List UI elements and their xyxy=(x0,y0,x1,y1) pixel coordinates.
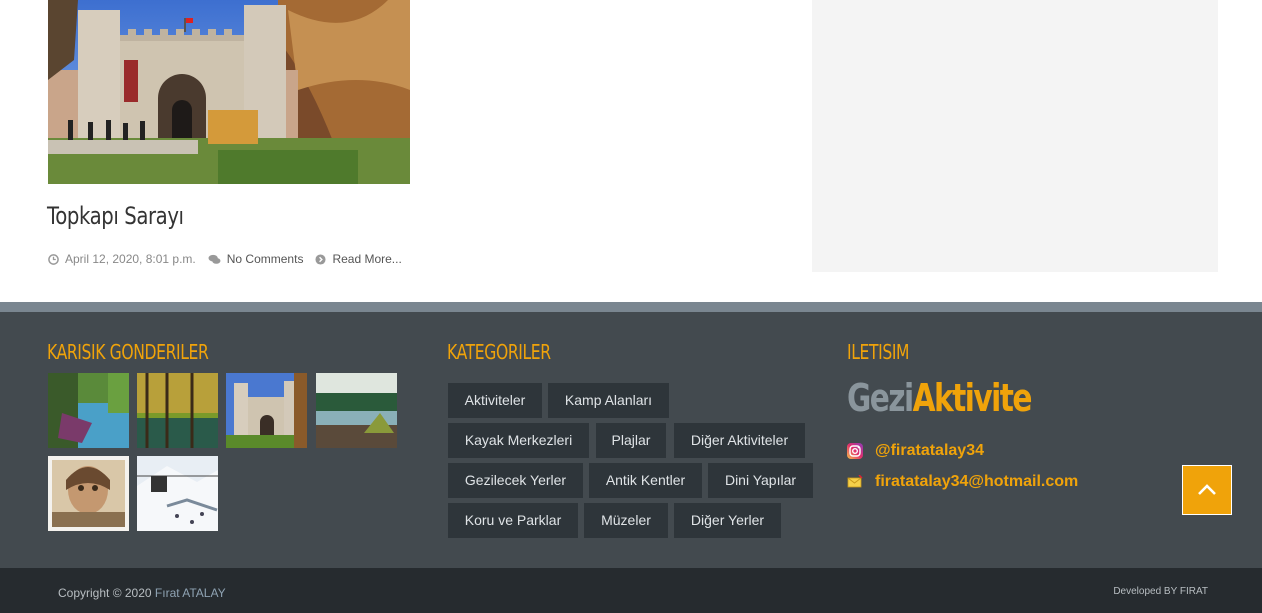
read-more-link[interactable]: Read More... xyxy=(332,252,401,266)
mixed-posts-heading: KARISIK GONDERILER xyxy=(47,340,209,364)
instagram-icon xyxy=(847,443,863,459)
post-thumbnail[interactable] xyxy=(137,456,218,531)
back-to-top-button[interactable] xyxy=(1182,465,1232,515)
category-button[interactable]: Kayak Merkezleri xyxy=(448,423,589,458)
sidebar-panel xyxy=(812,0,1218,272)
logo-aktivite: Aktivite xyxy=(912,376,1033,420)
copyright-bar: Copyright © 2020 Fırat ATALAY Developed … xyxy=(0,568,1262,613)
logo-gezi: Gezi xyxy=(847,376,914,420)
category-button[interactable]: Müzeler xyxy=(584,503,668,538)
category-button[interactable]: Gezilecek Yerler xyxy=(448,463,583,498)
category-button[interactable]: Diğer Yerler xyxy=(674,503,781,538)
featured-image[interactable] xyxy=(48,0,410,184)
post-read-more[interactable]: Read More... xyxy=(315,252,402,266)
envelope-icon xyxy=(847,475,863,488)
category-button[interactable]: Diğer Aktiviteler xyxy=(674,423,805,458)
main-content: Topkapı Sarayı April 12, 2020, 8:01 p.m.… xyxy=(0,0,1262,302)
category-button[interactable]: Dini Yapılar xyxy=(708,463,813,498)
developer-credit: Developed BY FIRAT xyxy=(1113,586,1208,597)
category-button[interactable]: Koru ve Parklar xyxy=(448,503,578,538)
post-title[interactable]: Topkapı Sarayı xyxy=(47,202,184,230)
post-thumbnail[interactable] xyxy=(48,373,129,448)
comments-icon xyxy=(208,254,221,264)
clock-icon xyxy=(48,253,59,265)
contact-heading: ILETISIM xyxy=(847,340,910,364)
category-button[interactable]: Aktiviteler xyxy=(448,383,542,418)
chevron-up-icon xyxy=(1198,484,1216,495)
post-date-text: April 12, 2020, 8:01 p.m. xyxy=(65,252,196,266)
email-address[interactable]: firatatalay34@hotmail.com xyxy=(875,473,1078,491)
comments-link[interactable]: No Comments xyxy=(227,252,304,266)
instagram-contact[interactable]: @firatatalay34 xyxy=(847,442,984,460)
post-comments[interactable]: No Comments xyxy=(208,252,304,266)
copyright-author-link[interactable]: Fırat ATALAY xyxy=(155,586,226,600)
post-date: April 12, 2020, 8:01 p.m. xyxy=(48,252,196,266)
post-thumbnail[interactable] xyxy=(48,456,129,531)
post-thumbnail[interactable] xyxy=(316,373,397,448)
copyright-prefix: Copyright © 2020 xyxy=(58,586,152,600)
site-logo[interactable]: GeziAktivite xyxy=(847,376,1033,420)
instagram-handle[interactable]: @firatatalay34 xyxy=(875,442,984,460)
post-thumbnail[interactable] xyxy=(226,373,307,448)
post-meta: April 12, 2020, 8:01 p.m. No Comments Re… xyxy=(48,252,414,266)
category-button[interactable]: Antik Kentler xyxy=(589,463,702,498)
category-button[interactable]: Plajlar xyxy=(596,423,666,458)
footer: KARISIK GONDERILER KATEGORILER ILETISIM … xyxy=(0,302,1262,568)
categories-heading: KATEGORILER xyxy=(447,340,551,364)
category-button[interactable]: Kamp Alanları xyxy=(548,383,669,418)
email-contact[interactable]: firatatalay34@hotmail.com xyxy=(847,473,1078,491)
copyright-text: Copyright © 2020 Fırat ATALAY xyxy=(58,586,226,600)
arrow-circle-icon xyxy=(315,253,326,265)
post-thumbnail[interactable] xyxy=(137,373,218,448)
